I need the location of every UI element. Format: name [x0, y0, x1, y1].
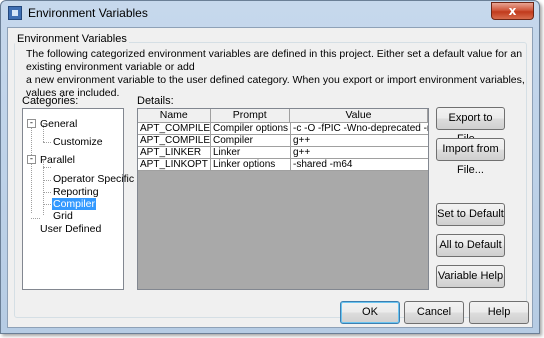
column-header-name[interactable]: Name — [138, 109, 211, 123]
description-line-2: a new environment variable to the user d… — [26, 74, 525, 99]
dialog-client-area: Environment Variables The following cate… — [7, 27, 533, 328]
column-header-prompt[interactable]: Prompt — [211, 109, 290, 123]
tree-item-compiler[interactable]: Compiler — [52, 198, 97, 210]
tree-connector — [43, 192, 51, 193]
app-icon — [8, 6, 22, 20]
tree-connector — [43, 167, 51, 168]
cell-value[interactable]: -c -O -fPIC -Wno-deprecated -m64 -mtur — [291, 123, 428, 135]
cancel-button[interactable]: Cancel — [404, 301, 464, 324]
tree-connector — [43, 204, 51, 205]
tree-item-general[interactable]: General — [40, 118, 77, 130]
cell-prompt: Compiler — [211, 135, 291, 147]
tree-connector — [31, 218, 40, 219]
column-header-value[interactable]: Value — [290, 109, 428, 123]
description-text: The following categorized environment va… — [26, 48, 526, 100]
cell-name[interactable]: APT_COMPILEOPT — [138, 123, 211, 135]
environment-variables-window: Environment Variables x Environment Vari… — [0, 0, 540, 334]
tree-item-grid[interactable]: Grid — [53, 210, 73, 222]
table-row[interactable]: APT_LINKOPT Linker options -shared -m64 — [138, 159, 428, 171]
cell-prompt: Compiler options — [211, 123, 291, 135]
tree-item-operator-specific[interactable]: Operator Specific — [53, 173, 134, 185]
details-grid[interactable]: Name Prompt Value APT_COMPILEOPT Compile… — [137, 108, 429, 290]
group-label: Environment Variables — [15, 33, 129, 45]
cell-prompt: Linker — [211, 147, 291, 159]
help-button[interactable]: Help — [469, 301, 529, 324]
categories-tree[interactable]: - General Customize - Parallel Operator … — [22, 108, 134, 290]
tree-connector — [43, 142, 51, 143]
variable-help-button[interactable]: Variable Help — [436, 265, 505, 288]
cell-value[interactable]: -shared -m64 — [291, 159, 428, 171]
grid-header: Name Prompt Value — [138, 109, 428, 123]
set-to-default-button[interactable]: Set to Default — [436, 203, 505, 226]
tree-item-parallel[interactable]: Parallel — [40, 154, 75, 166]
description-line-1: The following categorized environment va… — [26, 48, 523, 73]
cell-value[interactable]: g++ — [291, 147, 428, 159]
window-title: Environment Variables — [28, 6, 148, 20]
collapse-general-icon[interactable]: - — [27, 119, 36, 128]
cell-name[interactable]: APT_LINKER — [138, 147, 211, 159]
tree-connector — [43, 180, 51, 181]
all-to-default-button[interactable]: All to Default — [436, 234, 505, 257]
tree-item-user-defined[interactable]: User Defined — [40, 223, 101, 235]
categories-label: Categories: — [22, 95, 79, 107]
tree-connector — [31, 123, 32, 213]
close-button[interactable]: x — [491, 2, 534, 20]
details-label: Details: — [137, 95, 174, 107]
title-bar[interactable]: Environment Variables x — [1, 1, 539, 25]
collapse-parallel-icon[interactable]: - — [27, 155, 36, 164]
cell-prompt: Linker options — [211, 159, 291, 171]
table-row[interactable]: APT_LINKER Linker g++ — [138, 147, 428, 159]
cell-name[interactable]: APT_LINKOPT — [138, 159, 211, 171]
ok-button[interactable]: OK — [340, 301, 400, 324]
table-row[interactable]: APT_COMPILER Compiler g++ — [138, 135, 428, 147]
tree-connector — [43, 161, 44, 215]
tree-item-customize[interactable]: Customize — [53, 136, 103, 148]
cell-name[interactable]: APT_COMPILER — [138, 135, 211, 147]
tree-item-reporting[interactable]: Reporting — [53, 186, 99, 198]
table-row[interactable]: APT_COMPILEOPT Compiler options -c -O -f… — [138, 123, 428, 135]
cell-value[interactable]: g++ — [291, 135, 428, 147]
import-from-file-button[interactable]: Import from File... — [436, 138, 505, 176]
export-to-file-button[interactable]: Export to File... — [436, 107, 505, 145]
